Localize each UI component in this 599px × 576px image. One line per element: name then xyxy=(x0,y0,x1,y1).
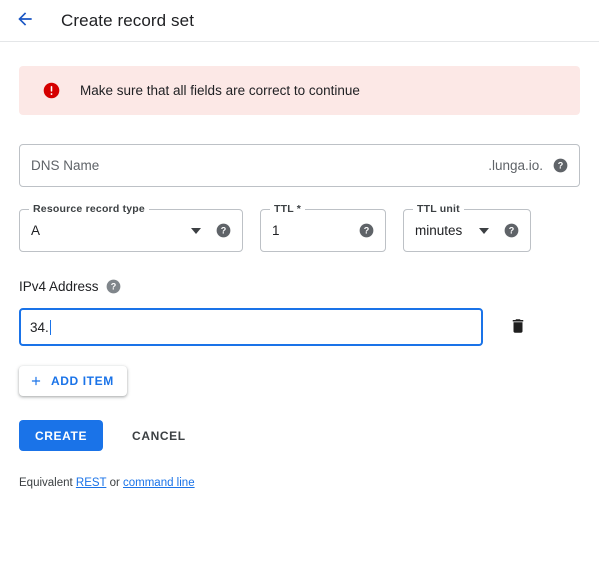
ipv4-address-row: 34. xyxy=(19,308,580,346)
help-icon[interactable]: ? xyxy=(216,223,231,238)
dns-name-field[interactable]: DNS Name .lunga.io. ? xyxy=(19,144,580,187)
svg-text:?: ? xyxy=(509,226,515,236)
chevron-down-icon[interactable] xyxy=(479,227,489,234)
back-arrow-icon xyxy=(15,9,35,32)
resource-record-type-label: Resource record type xyxy=(29,203,149,215)
svg-text:?: ? xyxy=(558,161,564,171)
page-content: Make sure that all fields are correct to… xyxy=(0,66,599,489)
resource-record-type-select[interactable]: Resource record type A ? xyxy=(19,203,243,252)
cancel-button[interactable]: CANCEL xyxy=(124,420,194,451)
trash-icon xyxy=(509,316,527,339)
page-title: Create record set xyxy=(61,10,195,30)
record-settings-row: Resource record type A ? TTL * 1 ? TTL u… xyxy=(19,203,580,252)
ipv4-address-label: IPv4 Address xyxy=(19,279,99,294)
ttl-unit-select[interactable]: TTL unit minutes ? xyxy=(403,203,531,252)
help-icon[interactable]: ? xyxy=(359,223,374,238)
delete-ipv4-item-button[interactable] xyxy=(508,316,528,338)
ttl-field[interactable]: TTL * 1 ? xyxy=(260,203,386,252)
resource-record-type-value: A xyxy=(31,223,41,238)
add-item-label: ADD ITEM xyxy=(51,374,114,388)
text-cursor xyxy=(49,319,52,335)
ttl-unit-label: TTL unit xyxy=(413,203,464,215)
dns-name-input[interactable]: DNS Name xyxy=(20,158,488,173)
back-button[interactable] xyxy=(10,6,40,36)
help-icon[interactable]: ? xyxy=(553,158,568,173)
help-icon[interactable]: ? xyxy=(504,223,519,238)
create-button[interactable]: CREATE xyxy=(19,420,104,451)
ttl-unit-value: minutes xyxy=(415,223,463,238)
svg-text:?: ? xyxy=(364,226,370,236)
ipv4-address-label-row: IPv4 Address ? xyxy=(19,279,580,294)
error-banner: Make sure that all fields are correct to… xyxy=(19,66,580,115)
rest-link[interactable]: REST xyxy=(76,477,106,489)
error-icon xyxy=(43,82,60,99)
ttl-label: TTL * xyxy=(270,203,306,215)
help-icon[interactable]: ? xyxy=(106,279,121,294)
add-item-button[interactable]: ADD ITEM xyxy=(19,366,127,396)
equivalent-middle: or xyxy=(106,477,123,489)
ipv4-address-input[interactable]: 34. xyxy=(19,308,483,346)
equivalent-links: Equivalent REST or command line xyxy=(19,477,580,489)
dns-name-suffix: .lunga.io. xyxy=(488,158,543,173)
ttl-input[interactable]: 1 xyxy=(261,223,359,238)
svg-text:?: ? xyxy=(221,226,227,236)
chevron-down-icon[interactable] xyxy=(191,227,201,234)
svg-text:?: ? xyxy=(110,282,116,292)
form-actions: CREATE CANCEL xyxy=(19,420,580,451)
command-line-link[interactable]: command line xyxy=(123,477,195,489)
equivalent-prefix: Equivalent xyxy=(19,477,76,489)
plus-icon xyxy=(29,374,43,388)
error-message: Make sure that all fields are correct to… xyxy=(80,83,360,98)
page-header: Create record set xyxy=(0,0,599,42)
ipv4-address-value: 34. xyxy=(30,319,49,335)
